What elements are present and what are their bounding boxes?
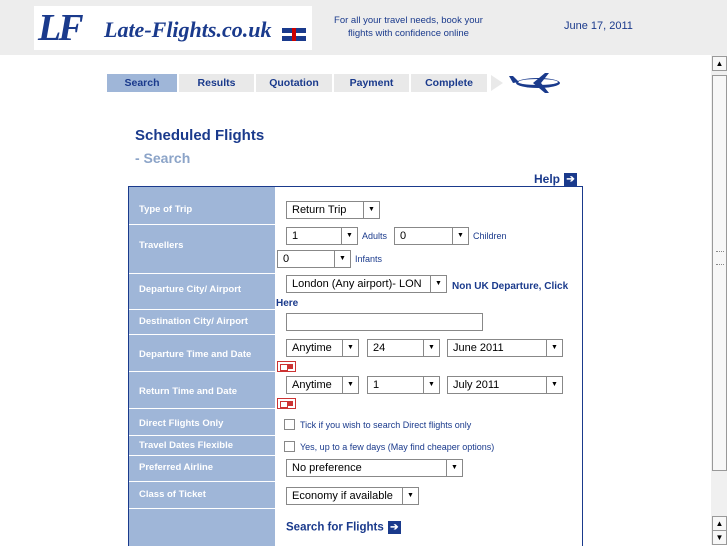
- direct-flights-label: Direct Flights Only: [139, 418, 224, 429]
- help-label: Help: [534, 172, 561, 186]
- departure-day-value: 24: [373, 342, 386, 354]
- infants-label: Infants: [355, 254, 383, 264]
- departure-city-label: Departure City/ Airport: [139, 284, 242, 295]
- chevron-down-icon: ▼: [546, 340, 562, 356]
- site-header: LF Late-Flights.co.uk For all your trave…: [0, 0, 727, 55]
- class-of-ticket-label: Class of Ticket: [139, 489, 206, 500]
- calendar-icon[interactable]: [277, 398, 296, 409]
- preferred-airline-value: No preference: [292, 462, 362, 474]
- step-quotation: Quotation: [256, 74, 332, 92]
- non-uk-departure-link[interactable]: Non UK Departure, Click Here: [276, 278, 576, 312]
- chevron-down-icon: ▼: [341, 228, 357, 244]
- chevron-down-icon: ▼: [402, 488, 418, 504]
- departure-time-label: Departure Time and Date: [139, 349, 252, 360]
- logo-mark: LF: [38, 7, 84, 49]
- step-complete: Complete: [411, 74, 487, 92]
- chevron-down-icon: ▼: [342, 377, 358, 393]
- departure-day-select[interactable]: 24 ▼: [367, 339, 440, 357]
- vertical-scrollbar[interactable]: ▲ ▲ ▼: [711, 55, 727, 545]
- infants-select[interactable]: 0 ▼: [277, 250, 351, 268]
- chevron-down-icon: ▼: [452, 228, 468, 244]
- direct-flights-checkbox[interactable]: [284, 419, 295, 430]
- direct-flights-text: Tick if you wish to search Direct flight…: [300, 420, 472, 430]
- flexible-dates-checkbox[interactable]: [284, 441, 295, 452]
- return-time-label: Return Time and Date: [139, 386, 238, 397]
- page-subtitle: - Search: [135, 150, 191, 166]
- chevron-down-icon: ▼: [363, 202, 379, 218]
- chevron-down-icon: ▼: [342, 340, 358, 356]
- return-day-value: 1: [373, 379, 380, 391]
- children-value: 0: [400, 230, 407, 242]
- grip-icon: [716, 251, 724, 265]
- flexible-dates-text: Yes, up to a few days (May find cheaper …: [300, 442, 495, 452]
- return-time-select[interactable]: Anytime ▼: [286, 376, 359, 394]
- return-month-value: July 2011: [453, 379, 500, 391]
- departure-time-select[interactable]: Anytime ▼: [286, 339, 359, 357]
- arrow-right-icon: ➔: [564, 173, 578, 187]
- return-month-select[interactable]: July 2011 ▼: [447, 376, 563, 394]
- step-search: Search: [107, 74, 177, 92]
- airplane-icon: [491, 73, 560, 93]
- arrow-right-icon: ➔: [387, 521, 401, 534]
- scroll-up-arrow-icon[interactable]: ▲: [712, 56, 727, 71]
- adults-select[interactable]: 1 ▼: [286, 227, 358, 245]
- scrollbar-thumb[interactable]: [712, 75, 727, 471]
- flexible-dates-label: Travel Dates Flexible: [139, 440, 233, 451]
- class-of-ticket-value: Economy if available: [292, 490, 393, 502]
- infants-value: 0: [283, 253, 290, 265]
- departure-time-value: Anytime: [292, 342, 332, 354]
- chevron-down-icon: ▼: [546, 377, 562, 393]
- destination-city-label: Destination City/ Airport: [139, 316, 248, 327]
- step-results: Results: [179, 74, 254, 92]
- type-of-trip-label: Type of Trip: [139, 204, 193, 215]
- tagline: For all your travel needs, book your fli…: [334, 15, 483, 39]
- return-time-value: Anytime: [292, 379, 332, 391]
- trip-type-value: Return Trip: [292, 204, 347, 216]
- preferred-airline-select[interactable]: No preference ▼: [286, 459, 463, 477]
- adults-value: 1: [292, 230, 299, 242]
- departure-month-value: June 2011: [453, 342, 504, 354]
- class-of-ticket-select[interactable]: Economy if available ▼: [286, 487, 419, 505]
- scroll-down-arrow-icon[interactable]: ▼: [712, 530, 727, 545]
- travellers-label: Travellers: [139, 240, 184, 251]
- destination-city-input[interactable]: [286, 313, 483, 331]
- logo-text: Late-Flights.co.uk: [104, 17, 272, 42]
- scroll-up-arrow-icon[interactable]: ▲: [712, 516, 727, 531]
- page-title: Scheduled Flights: [135, 127, 265, 144]
- search-form: Type of Trip Travellers Departure City/ …: [128, 186, 583, 546]
- chevron-down-icon: ▼: [446, 460, 462, 476]
- search-button-label: Search for Flights: [286, 521, 384, 534]
- calendar-icon[interactable]: [277, 361, 296, 372]
- trip-type-select[interactable]: Return Trip ▼: [286, 201, 380, 219]
- step-payment: Payment: [334, 74, 409, 92]
- departure-month-select[interactable]: June 2011 ▼: [447, 339, 563, 357]
- current-date: June 17, 2011: [564, 20, 633, 32]
- uk-flag-icon: [282, 28, 306, 41]
- chevron-down-icon: ▼: [423, 340, 439, 356]
- chevron-down-icon: ▼: [423, 377, 439, 393]
- help-link[interactable]: Help ➔: [534, 172, 578, 187]
- logo[interactable]: LF Late-Flights.co.uk: [34, 6, 312, 50]
- children-label: Children: [473, 231, 507, 241]
- chevron-down-icon: ▼: [334, 251, 350, 267]
- return-day-select[interactable]: 1 ▼: [367, 376, 440, 394]
- preferred-airline-label: Preferred Airline: [139, 462, 214, 473]
- adults-label: Adults: [362, 231, 388, 241]
- search-for-flights-button[interactable]: Search for Flights ➔: [286, 521, 401, 534]
- children-select[interactable]: 0 ▼: [394, 227, 469, 245]
